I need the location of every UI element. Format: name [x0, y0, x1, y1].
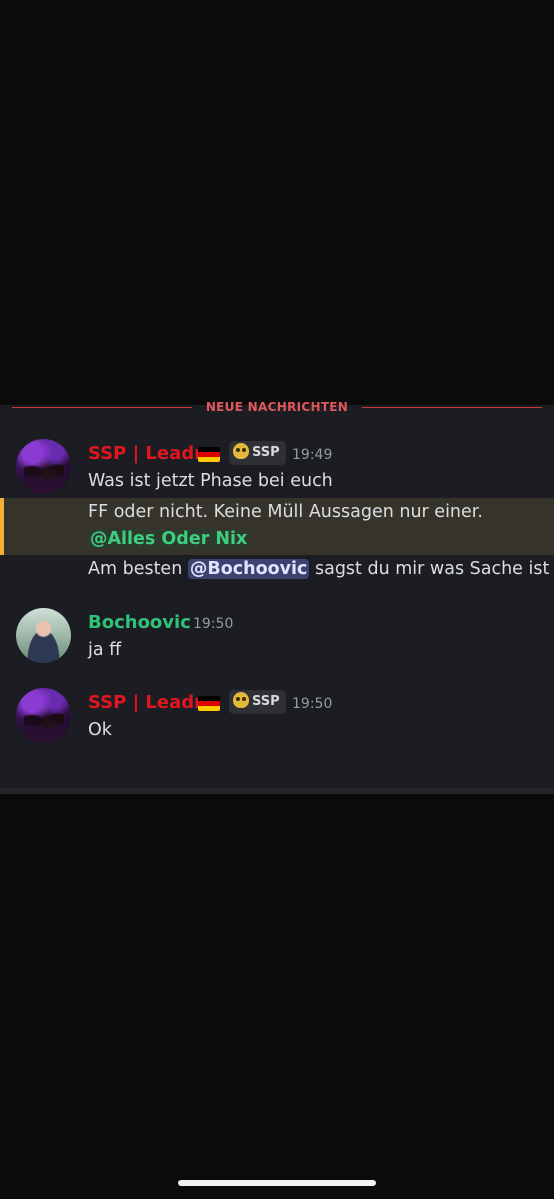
message-text-suffix: sagst du mir was Sache ist [314, 559, 550, 579]
author-name[interactable]: Bochoovic [88, 612, 191, 633]
role-mention[interactable]: @Alles Oder Nix [88, 529, 250, 549]
message-text-line: Am besten @Bochoovic sagst du mir was Sa… [88, 559, 549, 579]
new-messages-divider: NEUE NACHRICHTEN [12, 400, 542, 414]
avatar-ssp-leadr[interactable] [16, 688, 71, 743]
message-text: Was ist jetzt Phase bei euch [88, 471, 333, 491]
server-tag-badge[interactable]: SSP [229, 441, 286, 465]
divider-line-left [12, 407, 192, 408]
server-tag-badge[interactable]: SSP [229, 690, 286, 714]
message-timestamp: 19:50 [292, 696, 333, 712]
german-flag-icon [198, 696, 220, 711]
message-text: ja ff [88, 640, 122, 660]
author-name[interactable]: SSP | Leadr [88, 692, 203, 713]
avatar-ssp-leadr[interactable] [16, 439, 71, 494]
divider-line-right [362, 407, 542, 408]
message-mention-line: @Alles Oder Nix [88, 529, 250, 549]
mentioned-message-highlight: FF oder nicht. Keine Müll Aussagen nur e… [0, 498, 554, 555]
author-name[interactable]: SSP | Leadr [88, 443, 203, 464]
server-tag-label: SSP [252, 445, 280, 460]
server-tag-label: SSP [252, 694, 280, 709]
message-text-prefix: Am besten [88, 559, 183, 579]
message-timestamp: 19:50 [193, 616, 234, 632]
avatar-bochoovic[interactable] [16, 608, 71, 663]
panel-bottom-edge [0, 788, 554, 794]
message-timestamp: 19:49 [292, 447, 333, 463]
message-text: FF oder nicht. Keine Müll Aussagen nur e… [88, 502, 483, 522]
new-messages-label: NEUE NACHRICHTEN [205, 400, 349, 414]
user-mention[interactable]: @Bochoovic [187, 559, 310, 579]
chat-panel: NEUE NACHRICHTEN SSP | Leadr SSP 19:49 W… [0, 400, 554, 788]
message-text: Ok [88, 720, 112, 740]
home-indicator[interactable] [178, 1180, 376, 1186]
mention-indicator-bar [0, 498, 4, 555]
german-flag-icon [198, 447, 220, 462]
skull-icon [233, 443, 249, 459]
skull-icon [233, 692, 249, 708]
